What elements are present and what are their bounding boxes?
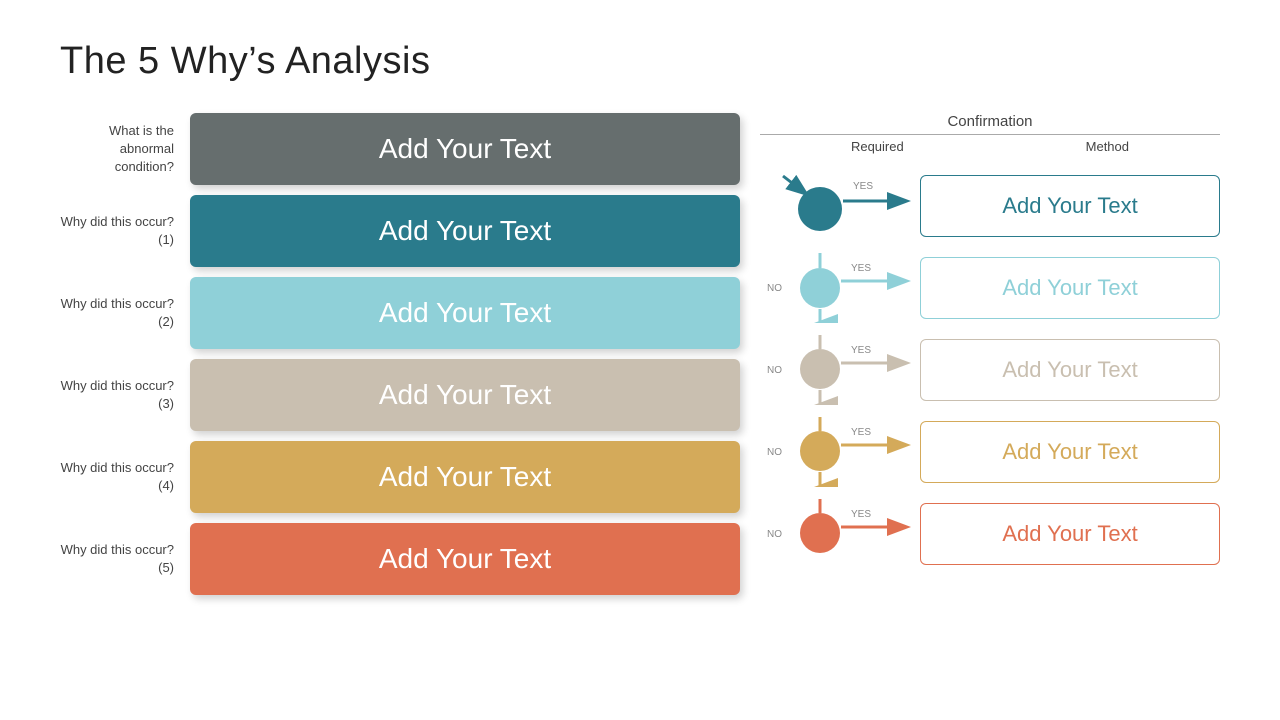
col-method: Method — [1086, 139, 1129, 154]
svg-text:YES: YES — [853, 181, 873, 192]
flow-svg-3: NO YES — [765, 417, 915, 487]
right-row-4: NO YES Add Your Text — [760, 498, 1220, 570]
right-box-4[interactable]: Add Your Text — [920, 503, 1220, 565]
row-label-5: Why did this occur? (5) — [60, 541, 190, 577]
svg-text:NO: NO — [767, 365, 782, 376]
svg-text:YES: YES — [851, 263, 871, 274]
left-row-5: Why did this occur? (5) Add Your Text — [60, 523, 740, 595]
main-box-4[interactable]: Add Your Text — [190, 441, 740, 513]
svg-text:NO: NO — [767, 447, 782, 458]
flow-svg-2: NO YES — [765, 335, 915, 405]
flow-svg-4: NO YES — [765, 499, 915, 569]
row-label-1: Why did this occur? (1) — [60, 213, 190, 249]
left-row-4: Why did this occur? (4) Add Your Text — [60, 441, 740, 513]
flow-diagram-0: YES — [760, 171, 920, 241]
main-box-1[interactable]: Add Your Text — [190, 195, 740, 267]
right-rows: YES Add Your Text — [760, 170, 1220, 570]
flow-diagram-4: NO YES — [760, 499, 920, 569]
left-row-1: Why did this occur? (1) Add Your Text — [60, 195, 740, 267]
page-title: The 5 Why’s Analysis — [60, 40, 1220, 83]
row-label-3: Why did this occur? (3) — [60, 377, 190, 413]
flow-svg-1: NO YES — [765, 253, 915, 323]
right-row-0: YES Add Your Text — [760, 170, 1220, 242]
svg-text:YES: YES — [851, 345, 871, 356]
svg-text:NO: NO — [767, 283, 782, 294]
col-required: Required — [851, 139, 904, 154]
flow-svg-0: YES — [765, 171, 915, 241]
left-row-0: What is the abnormal condition? Add Your… — [60, 113, 740, 185]
flow-diagram-2: NO YES — [760, 335, 920, 405]
main-box-2[interactable]: Add Your Text — [190, 277, 740, 349]
right-box-0[interactable]: Add Your Text — [920, 175, 1220, 237]
svg-text:YES: YES — [851, 509, 871, 520]
right-box-3[interactable]: Add Your Text — [920, 421, 1220, 483]
content-area: What is the abnormal condition? Add Your… — [60, 113, 1220, 605]
main-box-0[interactable]: Add Your Text — [190, 113, 740, 185]
svg-text:YES: YES — [851, 427, 871, 438]
row-label-2: Why did this occur? (2) — [60, 295, 190, 331]
left-panel: What is the abnormal condition? Add Your… — [60, 113, 740, 605]
page: The 5 Why’s Analysis What is the abnorma… — [0, 0, 1280, 720]
svg-text:NO: NO — [767, 529, 782, 540]
right-box-2[interactable]: Add Your Text — [920, 339, 1220, 401]
right-row-3: NO YES Add Your Text — [760, 416, 1220, 488]
confirmation-cols: Required Method — [760, 139, 1220, 154]
left-row-3: Why did this occur? (3) Add Your Text — [60, 359, 740, 431]
confirmation-divider — [760, 134, 1220, 135]
right-panel: Confirmation Required Method — [740, 113, 1220, 605]
left-row-2: Why did this occur? (2) Add Your Text — [60, 277, 740, 349]
main-box-3[interactable]: Add Your Text — [190, 359, 740, 431]
confirmation-header: Confirmation Required Method — [760, 113, 1220, 162]
row-label-0: What is the abnormal condition? — [60, 122, 190, 177]
right-row-2: NO YES Add Your Text — [760, 334, 1220, 406]
flow-diagram-3: NO YES — [760, 417, 920, 487]
right-row-1: NO YES — [760, 252, 1220, 324]
right-box-1[interactable]: Add Your Text — [920, 257, 1220, 319]
confirmation-title: Confirmation — [760, 113, 1220, 130]
row-label-4: Why did this occur? (4) — [60, 459, 190, 495]
flow-diagram-1: NO YES — [760, 253, 920, 323]
main-box-5[interactable]: Add Your Text — [190, 523, 740, 595]
